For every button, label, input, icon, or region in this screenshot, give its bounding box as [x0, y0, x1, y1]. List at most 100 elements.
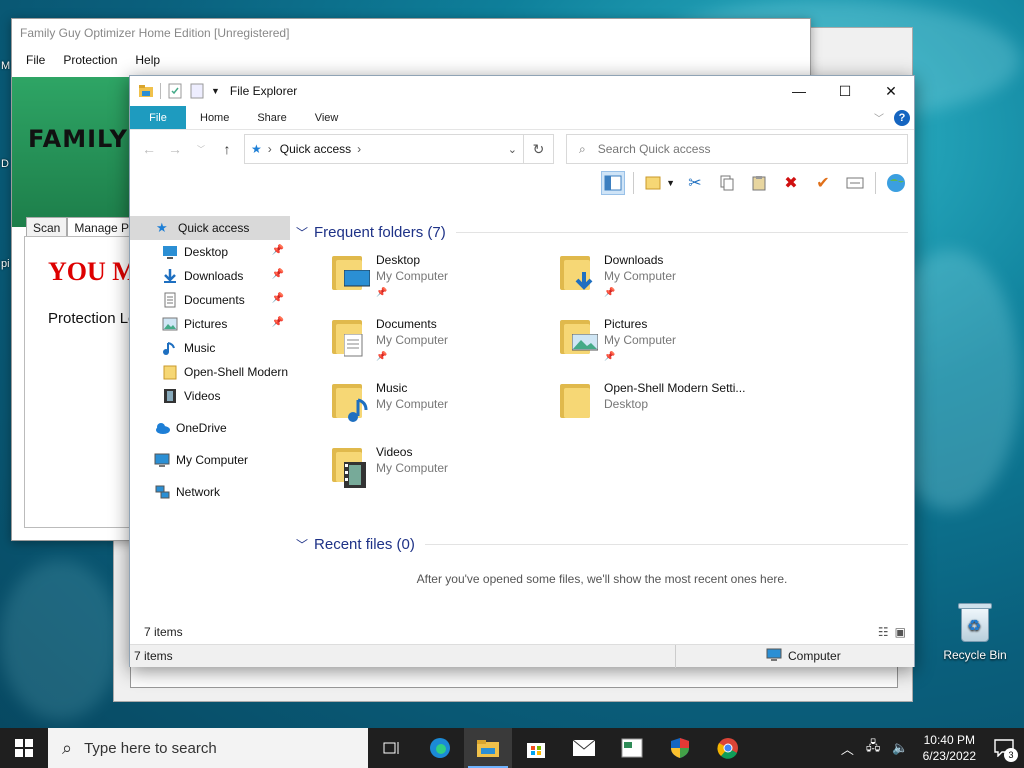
folder-tile-documents[interactable]: Documents My Computer 📌 — [330, 316, 550, 372]
chevron-down-icon[interactable]: ﹀ — [296, 536, 308, 553]
forward-icon[interactable]: → — [162, 141, 188, 157]
explorer-folder-icon[interactable] — [138, 83, 154, 99]
properties-icon[interactable] — [167, 83, 183, 99]
view-dropdown-icon[interactable]: ▼ — [666, 178, 675, 188]
help-icon[interactable]: ? — [894, 109, 910, 126]
back-icon[interactable]: ← — [136, 141, 162, 157]
status-bar-items: 7 items — [134, 649, 173, 663]
large-icons-view-icon[interactable]: ▣ — [895, 625, 906, 639]
tab-file[interactable]: File — [130, 106, 186, 129]
cloud-icon — [154, 420, 170, 436]
breadcrumb-separator-icon[interactable]: › — [268, 142, 272, 156]
volume-icon[interactable]: 🔈 — [886, 740, 914, 756]
folder-location: My Computer — [376, 333, 449, 347]
chevron-up-icon[interactable]: ︿ — [835, 739, 860, 758]
rename-icon[interactable] — [843, 171, 867, 195]
tab-share[interactable]: Share — [243, 106, 300, 129]
search-input[interactable]: ⌕ Search Quick access — [566, 134, 908, 164]
folder-tile-videos[interactable]: Videos My Computer — [330, 444, 550, 500]
maximize-icon[interactable]: ☐ — [822, 76, 868, 106]
nav-label: OneDrive — [176, 421, 227, 435]
nav-item-pictures[interactable]: Pictures 📌 — [130, 312, 290, 336]
folder-tile-pictures[interactable]: Pictures My Computer 📌 — [558, 316, 778, 372]
menu-file[interactable]: File — [26, 53, 45, 67]
globe-icon[interactable] — [884, 171, 908, 195]
nav-item-documents[interactable]: Documents 📌 — [130, 288, 290, 312]
recycle-bin[interactable]: ♻ Recycle Bin — [936, 600, 1014, 662]
mail-icon[interactable] — [560, 728, 608, 768]
navigation-pane[interactable]: ★ Quick access Desktop 📌 Downloads 📌 Documen… — [130, 216, 290, 618]
navigation-pane-icon[interactable] — [601, 171, 626, 195]
nav-label: Open-Shell Modern — [184, 365, 289, 379]
menu-protection[interactable]: Protection — [63, 53, 117, 67]
up-icon[interactable]: ↑ — [214, 141, 240, 157]
nav-item-desktop[interactable]: Desktop 📌 — [130, 240, 290, 264]
address-dropdown-icon[interactable]: ⌄ — [508, 143, 517, 156]
folder-name: Desktop — [376, 253, 421, 267]
tab-scan[interactable]: Scan — [26, 217, 68, 238]
file-explorer-taskbar-icon[interactable] — [464, 728, 512, 768]
delete-icon[interactable]: ✖ — [779, 171, 803, 195]
recent-locations-icon[interactable]: ﹀ — [188, 144, 214, 155]
security-shield-icon[interactable] — [656, 728, 704, 768]
change-view-icon[interactable] — [642, 171, 666, 195]
copy-icon[interactable] — [715, 171, 739, 195]
nav-quick-access[interactable]: ★ Quick access — [130, 216, 290, 240]
customize-qat-icon[interactable]: ▼ — [211, 86, 220, 96]
pictures-folder-icon — [558, 316, 599, 356]
expand-ribbon-icon[interactable]: ﹀ — [874, 110, 884, 125]
desktop-icon-fragment[interactable]: D — [1, 158, 9, 170]
notification-count: 3 — [1004, 748, 1018, 762]
folder-tile-downloads[interactable]: Downloads My Computer 📌 — [558, 252, 778, 308]
store-icon[interactable] — [512, 728, 560, 768]
folder-tile-music[interactable]: Music My Computer — [330, 380, 550, 436]
checkmark-icon[interactable]: ✔ — [811, 171, 835, 195]
close-icon[interactable]: ✕ — [868, 76, 914, 106]
breadcrumb-separator-icon[interactable]: › — [357, 142, 361, 156]
tab-home[interactable]: Home — [186, 106, 243, 129]
details-view-icon[interactable]: ☷ — [878, 625, 889, 639]
recycle-bin-label: Recycle Bin — [943, 648, 1007, 662]
file-explorer-window[interactable]: ▼ File Explorer — ☐ ✕ File Home Share Vi… — [129, 75, 915, 668]
taskbar-search[interactable]: ⌕ Type here to search — [48, 728, 368, 768]
nav-my-computer[interactable]: My Computer — [130, 448, 290, 472]
desktop-icon-fragment[interactable]: pi — [1, 258, 10, 270]
folder-tile-open-shell-modern-setti[interactable]: Open-Shell Modern Setti... Desktop — [558, 380, 778, 436]
frequent-folders-header[interactable]: ﹀ Frequent folders (7) — [296, 220, 908, 244]
paste-icon[interactable] — [747, 171, 771, 195]
edge-icon[interactable] — [416, 728, 464, 768]
nav-item-music[interactable]: Music — [130, 336, 290, 360]
background-window-field — [130, 664, 898, 688]
nav-onedrive[interactable]: OneDrive — [130, 416, 290, 440]
tab-view[interactable]: View — [301, 106, 353, 129]
folder-location: Desktop — [604, 397, 649, 411]
menu-help[interactable]: Help — [135, 53, 160, 67]
nav-item-videos[interactable]: Videos — [130, 384, 290, 408]
chrome-icon[interactable] — [704, 728, 752, 768]
desktop-icon-fragment[interactable]: M — [1, 60, 10, 72]
network-tray-icon[interactable]: 🖧 — [860, 737, 887, 759]
music-icon — [162, 340, 178, 356]
taskbar-search-placeholder: Type here to search — [84, 739, 217, 757]
folder-tile-desktop[interactable]: Desktop My Computer 📌 — [330, 252, 550, 308]
minimize-icon[interactable]: — — [776, 76, 822, 106]
clock[interactable]: 10:40 PM 6/23/2022 — [915, 732, 984, 764]
recent-files-header[interactable]: ﹀ Recent files (0) — [296, 532, 908, 556]
windows-logo-icon — [15, 739, 33, 757]
refresh-icon[interactable]: ↻ — [524, 134, 554, 164]
start-button[interactable] — [0, 728, 48, 768]
search-placeholder: Search Quick access — [597, 142, 711, 156]
notification-center-icon[interactable]: 3 — [984, 728, 1024, 768]
title-bar[interactable]: ▼ File Explorer — ☐ ✕ — [130, 76, 914, 106]
nav-item-downloads[interactable]: Downloads 📌 — [130, 264, 290, 288]
app-window-icon[interactable] — [608, 728, 656, 768]
cut-icon[interactable]: ✂ — [683, 171, 707, 195]
recycle-bin-icon: ♻ — [957, 600, 993, 644]
chevron-down-icon[interactable]: ﹀ — [296, 224, 308, 241]
address-bar[interactable]: ★ › Quick access › ⌄ — [244, 134, 524, 164]
nav-network[interactable]: Network — [130, 480, 290, 504]
task-view-icon[interactable] — [368, 728, 416, 768]
new-folder-icon[interactable] — [189, 83, 205, 99]
nav-item-open-shell-modern[interactable]: Open-Shell Modern — [130, 360, 290, 384]
breadcrumb-location[interactable]: Quick access — [280, 142, 351, 156]
